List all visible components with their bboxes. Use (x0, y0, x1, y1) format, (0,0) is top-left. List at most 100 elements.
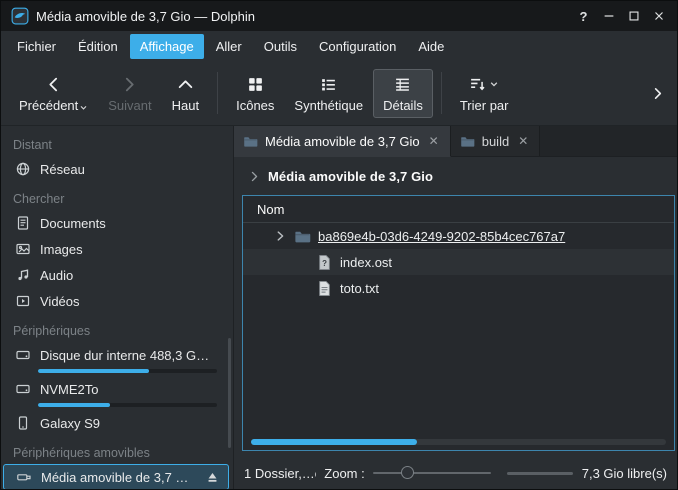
file-name[interactable]: toto.txt (340, 281, 379, 296)
tab-bar: Média amovible de 3,7 Gio ✕ build ✕ (234, 126, 677, 157)
minimize-button[interactable] (596, 5, 621, 27)
file-row-folder[interactable]: ba869e4b-03d6-4249-9202-85b4cec767a7 (243, 223, 674, 249)
back-button[interactable]: Précédent (9, 69, 98, 118)
file-name[interactable]: ba869e4b-03d6-4249-9202-85b4cec767a7 (318, 229, 565, 244)
compact-view-button[interactable]: Synthétique (284, 69, 373, 118)
file-name[interactable]: index.ost (340, 255, 392, 270)
places-section-amovibles: Périphériques amovibles (1, 442, 233, 464)
overflow-chevron-icon (650, 86, 665, 101)
sidebar-item-audio[interactable]: Audio (3, 262, 229, 288)
sidebar-item-label: Documents (40, 216, 221, 231)
sidebar-item-label: Galaxy S9 (40, 416, 221, 431)
harddrive-icon (15, 347, 31, 363)
toolbar-separator (441, 72, 442, 114)
audio-icon (15, 267, 31, 283)
menu-edition[interactable]: Édition (68, 34, 128, 59)
zoom-label: Zoom : (324, 466, 364, 481)
folder-icon (243, 134, 258, 149)
breadcrumb-location[interactable]: Média amovible de 3,7 Gio (268, 169, 433, 184)
sidebar-scrollbar[interactable] (228, 338, 231, 448)
menu-configuration[interactable]: Configuration (309, 34, 406, 59)
sidebar-item-nvme2to[interactable]: NVME2To (3, 376, 229, 402)
details-view-button[interactable]: Détails (373, 69, 433, 118)
menu-outils[interactable]: Outils (254, 34, 307, 59)
maximize-button[interactable] (621, 5, 646, 27)
titlebar[interactable]: Média amovible de 3,7 Gio — Dolphin ? (1, 1, 677, 31)
eject-icon[interactable] (205, 470, 220, 485)
harddrive-icon (15, 381, 31, 397)
horizontal-scrollbar[interactable] (251, 439, 666, 445)
videos-icon (15, 293, 31, 309)
places-section-peripheriques: Périphériques (1, 320, 233, 342)
sidebar-item-images[interactable]: Images (3, 236, 229, 262)
free-space-bar (507, 472, 573, 475)
icons-view-label: Icônes (236, 99, 274, 112)
network-icon (15, 161, 31, 177)
sidebar-item-videos[interactable]: Vidéos (3, 288, 229, 314)
dolphin-window: Média amovible de 3,7 Gio — Dolphin ? Fi… (0, 0, 678, 490)
file-view[interactable]: Nom ba869e4b-03d6-4249-9202-85b4cec767a7 (242, 195, 675, 451)
zoom-slider-track[interactable] (373, 472, 491, 474)
chevron-down-icon (79, 103, 88, 112)
status-summary: 1 Dossier,…ers (99 o) (244, 466, 316, 481)
window-title: Média amovible de 3,7 Gio — Dolphin (36, 9, 255, 24)
details-view-icon (394, 75, 411, 94)
sidebar-item-label: Réseau (40, 162, 221, 177)
up-button[interactable]: Haut (162, 69, 209, 118)
disk-usage-bar (38, 403, 217, 407)
help-button[interactable]: ? (571, 5, 596, 27)
sidebar-item-label: Images (40, 242, 221, 257)
folder-icon (460, 134, 475, 149)
tab-media-amovible[interactable]: Média amovible de 3,7 Gio ✕ (234, 126, 451, 157)
menu-aller[interactable]: Aller (206, 34, 252, 59)
sidebar-item-label: NVME2To (40, 382, 221, 397)
toolbar-separator (217, 72, 218, 114)
free-space-indicator: 7,3 Gio libre(s) (507, 466, 667, 481)
sort-by-label: Trier par (460, 99, 509, 112)
sidebar-item-label: Disque dur interne 488,3 G… (40, 348, 221, 363)
toolbar-overflow-button[interactable] (646, 82, 669, 105)
sidebar-item-label: Audio (40, 268, 221, 283)
sidebar-item-reseau[interactable]: Réseau (3, 156, 229, 182)
tab-build[interactable]: build ✕ (451, 126, 541, 156)
close-icon[interactable]: ✕ (516, 134, 530, 148)
column-header-nom[interactable]: Nom (243, 196, 674, 223)
sidebar-item-galaxy-s9[interactable]: Galaxy S9 (3, 410, 229, 436)
sidebar-item-media-amovible[interactable]: Média amovible de 3,7 … (3, 464, 229, 490)
text-file-icon (316, 280, 333, 297)
sidebar-item-documents[interactable]: Documents (3, 210, 229, 236)
chevron-right-icon[interactable] (248, 170, 261, 183)
usb-drive-icon (16, 469, 32, 485)
zoom-slider-handle[interactable] (401, 466, 414, 479)
sidebar-item-label: Vidéos (40, 294, 221, 309)
toolbar: Précédent Suivant Haut Icônes (1, 61, 677, 126)
close-button[interactable] (646, 5, 671, 27)
expander-chevron-icon[interactable] (273, 229, 287, 243)
images-icon (15, 241, 31, 257)
smartphone-icon (15, 415, 31, 431)
chevron-left-icon (45, 75, 62, 94)
tab-label: Média amovible de 3,7 Gio (265, 134, 420, 149)
horizontal-scrollbar-handle[interactable] (251, 439, 417, 445)
file-row-toto-txt[interactable]: toto.txt (243, 275, 674, 301)
places-section-distant: Distant (1, 134, 233, 156)
menu-fichier[interactable]: Fichier (7, 34, 66, 59)
places-panel: Distant Réseau Chercher Documents (1, 126, 234, 490)
breadcrumb[interactable]: Média amovible de 3,7 Gio (234, 157, 677, 195)
zoom-slider[interactable] (373, 466, 491, 480)
details-view-label: Détails (383, 99, 423, 112)
places-section-chercher: Chercher (1, 188, 233, 210)
compact-view-label: Synthétique (294, 99, 363, 112)
forward-label: Suivant (108, 99, 151, 112)
tab-label: build (482, 134, 509, 149)
icons-view-button[interactable]: Icônes (226, 69, 284, 118)
sort-by-button[interactable]: Trier par (450, 69, 519, 118)
icons-view-icon (247, 75, 264, 94)
forward-button[interactable]: Suivant (98, 69, 161, 118)
disk-usage-bar (38, 369, 217, 373)
sidebar-item-disque-dur-interne[interactable]: Disque dur interne 488,3 G… (3, 342, 229, 368)
file-row-index-ost[interactable]: ? index.ost (243, 249, 674, 275)
menu-aide[interactable]: Aide (408, 34, 454, 59)
close-icon[interactable]: ✕ (427, 134, 441, 148)
menu-affichage[interactable]: Affichage (130, 34, 204, 59)
